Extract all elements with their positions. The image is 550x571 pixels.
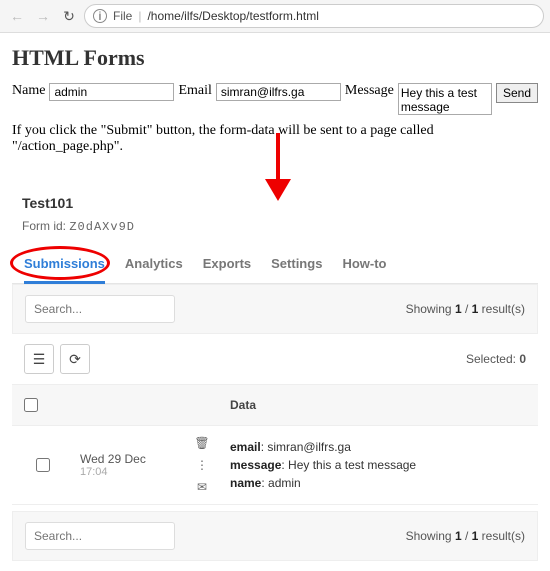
send-button[interactable]: Send <box>496 83 538 103</box>
submissions-panel: Test101 Form id: Z0dAXv9D Submissions An… <box>12 191 538 561</box>
form-id-line: Form id: Z0dAXv9D <box>22 219 528 234</box>
data-key-name: name <box>230 476 261 490</box>
selection-toolbar: ☰ ⟳ Selected: 0 <box>12 334 538 384</box>
data-val-message: Hey this a test message <box>288 458 416 472</box>
data-val-name: admin <box>268 476 301 490</box>
page-title: HTML Forms <box>12 45 538 71</box>
data-key-message: message <box>230 458 281 472</box>
back-button[interactable]: ← <box>6 5 28 27</box>
list-view-button[interactable]: ☰ <box>24 344 54 374</box>
message-input[interactable]: Hey this a test message <box>398 83 492 115</box>
form-id-value: Z0dAXv9D <box>69 220 135 234</box>
refresh-button[interactable]: ⟳ <box>60 344 90 374</box>
showing-prefix-b: Showing <box>406 529 455 543</box>
form-id-label: Form id: <box>22 219 66 233</box>
url-separator: | <box>138 9 141 23</box>
row-time: 17:04 <box>80 466 174 478</box>
html-form: Name Email Message Hey this a test messa… <box>12 83 538 115</box>
address-bar[interactable]: i File | /home/ilfs/Desktop/testform.htm… <box>84 4 544 28</box>
url-path: /home/ilfs/Desktop/testform.html <box>147 9 318 23</box>
submissions-table: Data Wed 29 Dec 17:04 🗑 ⋮ ✉ <box>12 384 538 505</box>
info-icon: i <box>93 9 107 23</box>
showing-suffix: result(s) <box>478 302 525 316</box>
tab-submissions[interactable]: Submissions <box>24 248 105 284</box>
search-input-bottom[interactable] <box>25 522 175 550</box>
more-icon[interactable]: ⋮ <box>196 459 208 471</box>
tab-howto[interactable]: How-to <box>342 248 386 283</box>
message-label: Message <box>345 83 394 99</box>
refresh-icon: ⟳ <box>69 351 81 368</box>
browser-toolbar: ← → ↻ i File | /home/ilfs/Desktop/testfo… <box>0 0 550 33</box>
row-date: Wed 29 Dec <box>80 452 146 466</box>
table-row[interactable]: Wed 29 Dec 17:04 🗑 ⋮ ✉ email: simran@ilf… <box>12 426 538 505</box>
list-icon: ☰ <box>33 351 46 368</box>
row-data: email: simran@ilfrs.ga message: Hey this… <box>222 426 538 505</box>
tab-exports[interactable]: Exports <box>203 248 251 283</box>
tab-settings[interactable]: Settings <box>271 248 322 283</box>
search-input[interactable] <box>25 295 175 323</box>
selected-count: Selected: 0 <box>466 352 526 366</box>
results-count-bottom: Showing 1 / 1 result(s) <box>406 529 525 543</box>
selected-label: Selected: <box>466 352 519 366</box>
data-key-email: email <box>230 440 261 454</box>
forward-button[interactable]: → <box>32 5 54 27</box>
showing-count: 1 <box>455 302 462 316</box>
showing-sep-b: / <box>462 529 472 543</box>
url-scheme: File <box>113 9 132 23</box>
col-actions <box>182 385 222 426</box>
data-val-email: simran@ilfrs.ga <box>267 440 351 454</box>
name-input[interactable] <box>49 83 174 101</box>
tab-analytics[interactable]: Analytics <box>125 248 183 283</box>
col-timestamp <box>72 385 182 426</box>
email-input[interactable] <box>216 83 341 101</box>
showing-sep: / <box>462 302 472 316</box>
showing-suffix-b: result(s) <box>478 529 525 543</box>
row-timestamp: Wed 29 Dec 17:04 <box>72 426 182 505</box>
showing-count-b: 1 <box>455 529 462 543</box>
results-count-top: Showing 1 / 1 result(s) <box>406 302 525 316</box>
col-data: Data <box>222 385 538 426</box>
select-all-checkbox[interactable] <box>24 398 38 412</box>
selected-value: 0 <box>519 352 526 366</box>
form-hint-text: If you click the "Submit" button, the fo… <box>12 123 538 155</box>
col-checkbox <box>12 385 72 426</box>
mail-icon[interactable]: ✉ <box>197 481 207 493</box>
reload-button[interactable]: ↻ <box>58 5 80 27</box>
form-name: Test101 <box>22 195 528 211</box>
row-checkbox[interactable] <box>36 458 50 472</box>
email-label: Email <box>178 83 211 99</box>
tab-bar: Submissions Analytics Exports Settings H… <box>12 248 538 284</box>
showing-prefix: Showing <box>406 302 455 316</box>
trash-icon[interactable]: 🗑 <box>194 437 209 449</box>
search-bar-top: Showing 1 / 1 result(s) <box>12 284 538 334</box>
search-bar-bottom: Showing 1 / 1 result(s) <box>12 511 538 561</box>
name-label: Name <box>12 83 45 99</box>
